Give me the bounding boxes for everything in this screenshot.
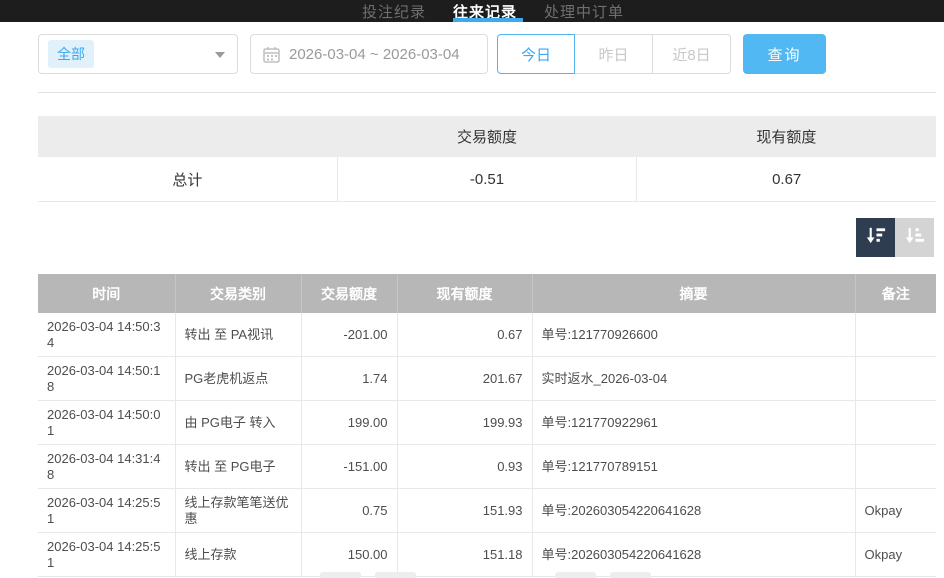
sort-descending-button[interactable]: [856, 218, 895, 257]
tab-bet-records[interactable]: 投注纪录: [362, 0, 426, 26]
pagination-button[interactable]: [610, 572, 651, 578]
top-navbar: 投注纪录 往来记录 处理中订单: [0, 0, 944, 22]
sort-descending-icon: [864, 224, 887, 252]
cell-note: [855, 357, 936, 401]
cell-amount: 199.00: [301, 401, 397, 445]
cell-amount: 1.74: [301, 357, 397, 401]
cell-amount: -201.00: [301, 313, 397, 357]
tab-transaction-records[interactable]: 往来记录: [453, 0, 517, 26]
quick-range-button-group: 今日 昨日 近8日: [497, 34, 731, 74]
sort-ascending-button[interactable]: [895, 218, 934, 257]
cell-summary: 单号:202603054220641628: [532, 533, 855, 577]
today-button[interactable]: 今日: [497, 34, 575, 74]
table-header-row: 时间 交易类别 交易额度 现有额度 摘要 备注: [38, 274, 936, 313]
col-header-time: 时间: [38, 274, 175, 313]
cell-time: 2026-03-04 14:25:51: [38, 533, 175, 577]
table-row: 2026-03-04 14:50:01 由 PG电子 转入 199.00 199…: [38, 401, 936, 445]
col-header-note: 备注: [855, 274, 936, 313]
cell-summary: 单号:202603054220641628: [532, 489, 855, 533]
filter-divider: [38, 92, 936, 93]
cell-type: PG老虎机返点: [175, 357, 301, 401]
col-header-current-balance: 现有额度: [397, 274, 532, 313]
summary-table: 交易额度 现有额度 总计 -0.51 0.67: [38, 116, 936, 202]
summary-header-row: 交易额度 现有额度: [38, 116, 936, 157]
cell-time: 2026-03-04 14:50:01: [38, 401, 175, 445]
cell-summary: 实时返水_2026-03-04: [532, 357, 855, 401]
sort-ascending-icon: [903, 224, 926, 252]
transactions-table: 时间 交易类别 交易额度 现有额度 摘要 备注 2026-03-04 14:50…: [38, 274, 936, 577]
cell-type: 线上存款: [175, 533, 301, 577]
cell-summary: 单号:121770789151: [532, 445, 855, 489]
last-8-days-button[interactable]: 近8日: [653, 34, 731, 74]
cell-balance: 201.67: [397, 357, 532, 401]
col-header-trade-amount: 交易额度: [301, 274, 397, 313]
selected-type-tag: 全部: [48, 40, 94, 68]
cell-amount: -151.00: [301, 445, 397, 489]
search-button[interactable]: 查询: [743, 34, 826, 74]
chevron-down-icon: [215, 52, 225, 58]
summary-header-current-balance: 现有额度: [637, 116, 936, 157]
date-range-value: 2026-03-04 ~ 2026-03-04: [289, 46, 460, 63]
yesterday-button[interactable]: 昨日: [575, 34, 653, 74]
summary-trade-amount-value: -0.51: [337, 157, 637, 201]
cell-type: 由 PG电子 转入: [175, 401, 301, 445]
cell-balance: 151.18: [397, 533, 532, 577]
cell-summary: 单号:121770926600: [532, 313, 855, 357]
cell-note: [855, 401, 936, 445]
cell-amount: 150.00: [301, 533, 397, 577]
calendar-icon: [263, 46, 280, 63]
pagination-button[interactable]: [555, 572, 596, 578]
cell-type: 转出 至 PA视讯: [175, 313, 301, 357]
table-row: 2026-03-04 14:25:51 线上存款 150.00 151.18 单…: [38, 533, 936, 577]
cell-amount: 0.75: [301, 489, 397, 533]
cell-note: [855, 445, 936, 489]
cell-balance: 151.93: [397, 489, 532, 533]
pagination-button[interactable]: [375, 572, 416, 578]
cell-note: Okpay: [855, 489, 936, 533]
cell-time: 2026-03-04 14:50:34: [38, 313, 175, 357]
summary-header-trade-amount: 交易额度: [337, 116, 636, 157]
summary-header-empty: [38, 116, 337, 157]
col-header-summary: 摘要: [532, 274, 855, 313]
cell-time: 2026-03-04 14:50:18: [38, 357, 175, 401]
transaction-type-select[interactable]: 全部: [38, 34, 238, 74]
table-row: 2026-03-04 14:50:18 PG老虎机返点 1.74 201.67 …: [38, 357, 936, 401]
tab-pending-orders[interactable]: 处理中订单: [544, 0, 624, 26]
cell-time: 2026-03-04 14:25:51: [38, 489, 175, 533]
date-range-input[interactable]: 2026-03-04 ~ 2026-03-04: [250, 34, 488, 74]
table-row: 2026-03-04 14:31:48 转出 至 PG电子 -151.00 0.…: [38, 445, 936, 489]
active-tab-underline: [453, 18, 523, 22]
cell-time: 2026-03-04 14:31:48: [38, 445, 175, 489]
cell-balance: 0.93: [397, 445, 532, 489]
summary-current-balance-value: 0.67: [636, 157, 936, 201]
col-header-type: 交易类别: [175, 274, 301, 313]
sort-controls: [856, 218, 934, 257]
table-row: 2026-03-04 14:50:34 转出 至 PA视讯 -201.00 0.…: [38, 313, 936, 357]
cell-type: 转出 至 PG电子: [175, 445, 301, 489]
page: 投注纪录 往来记录 处理中订单 全部 2026-03-04 ~ 2026-03-…: [0, 0, 944, 578]
table-row: 2026-03-04 14:25:51 线上存款笔笔送优惠 0.75 151.9…: [38, 489, 936, 533]
pagination-button[interactable]: [320, 572, 361, 578]
summary-total-row: 总计 -0.51 0.67: [38, 157, 936, 202]
cell-balance: 0.67: [397, 313, 532, 357]
summary-total-label: 总计: [38, 157, 337, 201]
cell-note: [855, 313, 936, 357]
cell-note: Okpay: [855, 533, 936, 577]
cell-balance: 199.93: [397, 401, 532, 445]
cell-summary: 单号:121770922961: [532, 401, 855, 445]
cell-type: 线上存款笔笔送优惠: [175, 489, 301, 533]
